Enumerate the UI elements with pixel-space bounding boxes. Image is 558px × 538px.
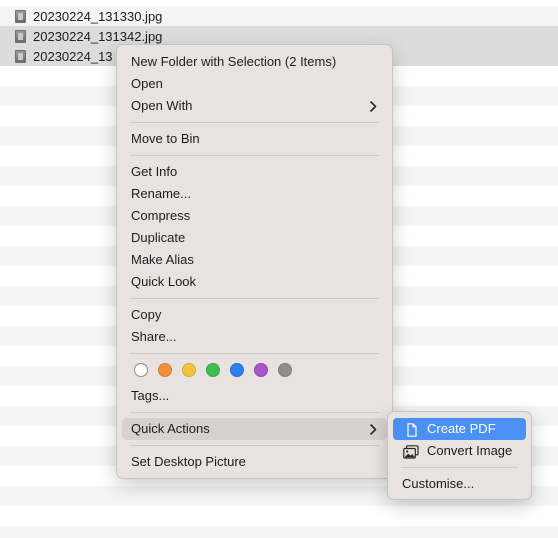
menu-item-tags[interactable]: Tags... [122, 385, 387, 407]
submenu-item-convert-image[interactable]: Convert Image [393, 440, 526, 462]
chevron-right-icon [368, 418, 378, 440]
menu-item-quick-actions[interactable]: Quick Actions [122, 418, 387, 440]
tag-color-row [134, 363, 292, 379]
menu-item-get-info[interactable]: Get Info [122, 161, 387, 183]
tag-color-orange[interactable] [158, 363, 172, 377]
menu-item-label: Quick Actions [131, 421, 210, 436]
menu-separator [401, 467, 518, 468]
menu-item-copy[interactable]: Copy [122, 304, 387, 326]
photo-icon [403, 444, 419, 459]
menu-separator [130, 155, 379, 156]
tag-color-grey[interactable] [278, 363, 292, 377]
tag-color-yellow[interactable] [182, 363, 196, 377]
menu-item-set-desktop-picture[interactable]: Set Desktop Picture [122, 451, 387, 473]
file-name: 20230224_13 [33, 48, 113, 64]
context-menu: New Folder with Selection (2 Items) Open… [116, 44, 393, 479]
menu-item-share[interactable]: Share... [122, 326, 387, 348]
tag-color-none[interactable] [134, 363, 148, 377]
file-name: 20230224_131330.jpg [33, 8, 163, 24]
menu-separator [130, 122, 379, 123]
submenu-item-label: Create PDF [427, 421, 496, 436]
menu-item-duplicate[interactable]: Duplicate [122, 227, 387, 249]
chevron-right-icon [368, 95, 378, 117]
menu-item-new-folder-with-selection[interactable]: New Folder with Selection (2 Items) [122, 51, 387, 73]
quick-actions-submenu: Create PDF Convert Image Customise... [387, 411, 532, 500]
file-name: 20230224_131342.jpg [33, 28, 163, 44]
submenu-item-customise[interactable]: Customise... [393, 473, 526, 495]
file-row[interactable]: 20230224_131330.jpg [0, 6, 558, 26]
menu-separator [130, 353, 379, 354]
menu-item-compress[interactable]: Compress [122, 205, 387, 227]
submenu-item-label: Convert Image [427, 443, 513, 458]
tag-color-blue[interactable] [230, 363, 244, 377]
file-row-selected[interactable]: 20230224_131342.jpg [0, 26, 558, 46]
menu-separator [130, 298, 379, 299]
menu-item-make-alias[interactable]: Make Alias [122, 249, 387, 271]
menu-item-rename[interactable]: Rename... [122, 183, 387, 205]
submenu-item-label: Customise... [402, 476, 475, 491]
tag-color-green[interactable] [206, 363, 220, 377]
menu-separator [130, 412, 379, 413]
menu-item-open[interactable]: Open [122, 73, 387, 95]
image-file-icon [15, 49, 26, 63]
menu-item-quick-look[interactable]: Quick Look [122, 271, 387, 293]
menu-item-move-to-bin[interactable]: Move to Bin [122, 128, 387, 150]
menu-separator [130, 445, 379, 446]
image-file-icon [15, 29, 26, 43]
image-file-icon [15, 9, 26, 23]
menu-item-open-with[interactable]: Open With [122, 95, 387, 117]
submenu-item-create-pdf[interactable]: Create PDF [393, 418, 526, 440]
document-icon [403, 422, 419, 437]
menu-item-label: Open With [131, 98, 193, 113]
tag-color-purple[interactable] [254, 363, 268, 377]
